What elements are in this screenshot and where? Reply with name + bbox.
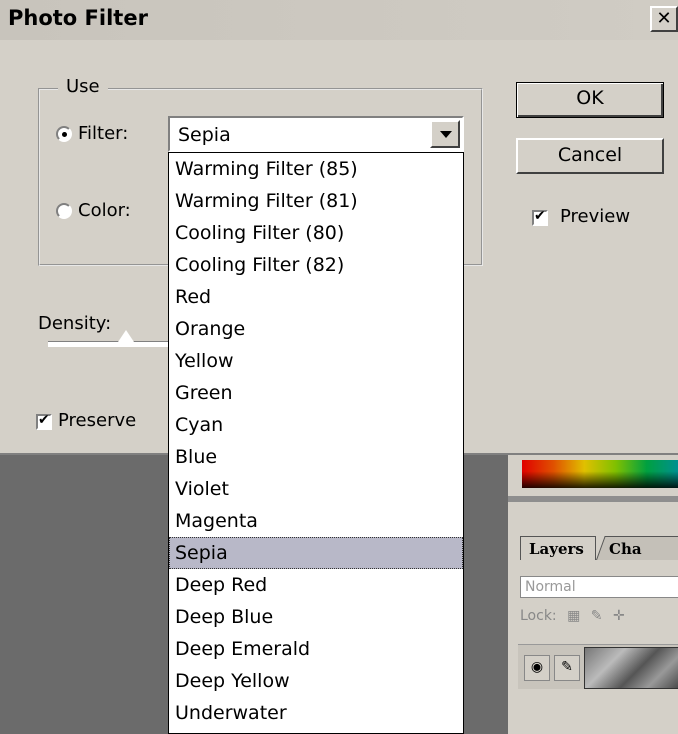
lock-transparency-icon[interactable]: ▦ bbox=[567, 608, 580, 624]
filter-option[interactable]: Orange bbox=[169, 313, 463, 345]
filter-option[interactable]: Red bbox=[169, 281, 463, 313]
color-label: Color: bbox=[78, 200, 131, 221]
filter-option[interactable]: Deep Yellow bbox=[169, 665, 463, 697]
lock-brush-icon[interactable]: ✎ bbox=[591, 608, 603, 624]
lock-label: Lock: bbox=[520, 608, 557, 624]
filter-radio[interactable] bbox=[56, 126, 72, 142]
panel-separator bbox=[508, 496, 678, 502]
cancel-button[interactable]: Cancel bbox=[516, 138, 664, 174]
preview-label: Preview bbox=[560, 206, 631, 227]
filter-option[interactable]: Yellow bbox=[169, 345, 463, 377]
filter-option[interactable]: Blue bbox=[169, 441, 463, 473]
filter-option[interactable]: Underwater bbox=[169, 697, 463, 729]
density-slider-thumb[interactable] bbox=[118, 330, 134, 342]
tab-channels-label: Cha bbox=[609, 540, 642, 558]
filter-select[interactable]: Sepia bbox=[168, 116, 464, 152]
blend-mode-select[interactable]: Normal bbox=[520, 576, 678, 598]
preview-checkbox[interactable] bbox=[532, 208, 548, 226]
filter-option[interactable]: Cyan bbox=[169, 409, 463, 441]
close-button[interactable]: ✕ bbox=[650, 6, 678, 32]
filter-option[interactable]: Sepia bbox=[169, 537, 463, 569]
layers-panel: Layers Cha Normal Lock: ▦ ✎ ✛ ◉ ✎ bbox=[508, 448, 678, 734]
lock-row: Lock: ▦ ✎ ✛ bbox=[520, 608, 631, 624]
tab-channels[interactable]: Cha bbox=[596, 536, 678, 560]
filter-option[interactable]: Cooling Filter (80) bbox=[169, 217, 463, 249]
filter-option[interactable]: Green bbox=[169, 377, 463, 409]
filter-option[interactable]: Violet bbox=[169, 473, 463, 505]
eye-icon[interactable]: ◉ bbox=[524, 655, 550, 681]
color-radio[interactable] bbox=[56, 203, 72, 219]
filter-option[interactable]: Warming Filter (81) bbox=[169, 185, 463, 217]
density-label: Density: bbox=[38, 313, 112, 334]
filter-option[interactable]: Magenta bbox=[169, 505, 463, 537]
filter-option[interactable]: Deep Blue bbox=[169, 601, 463, 633]
preserve-luminosity-checkbox[interactable] bbox=[36, 412, 52, 430]
filter-select-value: Sepia bbox=[178, 124, 231, 146]
density-slider-track[interactable] bbox=[48, 341, 178, 347]
filter-dropdown-list[interactable]: Warming Filter (85) Warming Filter (81) Co… bbox=[168, 152, 464, 734]
filter-label: Filter: bbox=[78, 123, 129, 144]
filter-option[interactable]: Deep Emerald bbox=[169, 633, 463, 665]
filter-option[interactable]: Cooling Filter (82) bbox=[169, 249, 463, 281]
tab-layers[interactable]: Layers bbox=[520, 536, 596, 560]
dialog-title: Photo Filter bbox=[8, 6, 148, 30]
filter-option[interactable]: Warming Filter (85) bbox=[169, 153, 463, 185]
lock-move-icon[interactable]: ✛ bbox=[613, 608, 625, 624]
title-bar[interactable]: Photo Filter ✕ bbox=[0, 0, 678, 40]
filter-option[interactable]: Deep Red bbox=[169, 569, 463, 601]
layer-thumbnail bbox=[584, 647, 678, 689]
layer-row[interactable]: ◉ ✎ bbox=[518, 644, 678, 689]
color-spectrum[interactable] bbox=[522, 460, 678, 488]
ok-button[interactable]: OK bbox=[516, 82, 664, 118]
preserve-label: Preserve bbox=[58, 410, 137, 431]
brush-icon[interactable]: ✎ bbox=[554, 655, 580, 681]
use-group-label: Use bbox=[58, 76, 108, 97]
chevron-down-icon[interactable] bbox=[430, 120, 460, 148]
